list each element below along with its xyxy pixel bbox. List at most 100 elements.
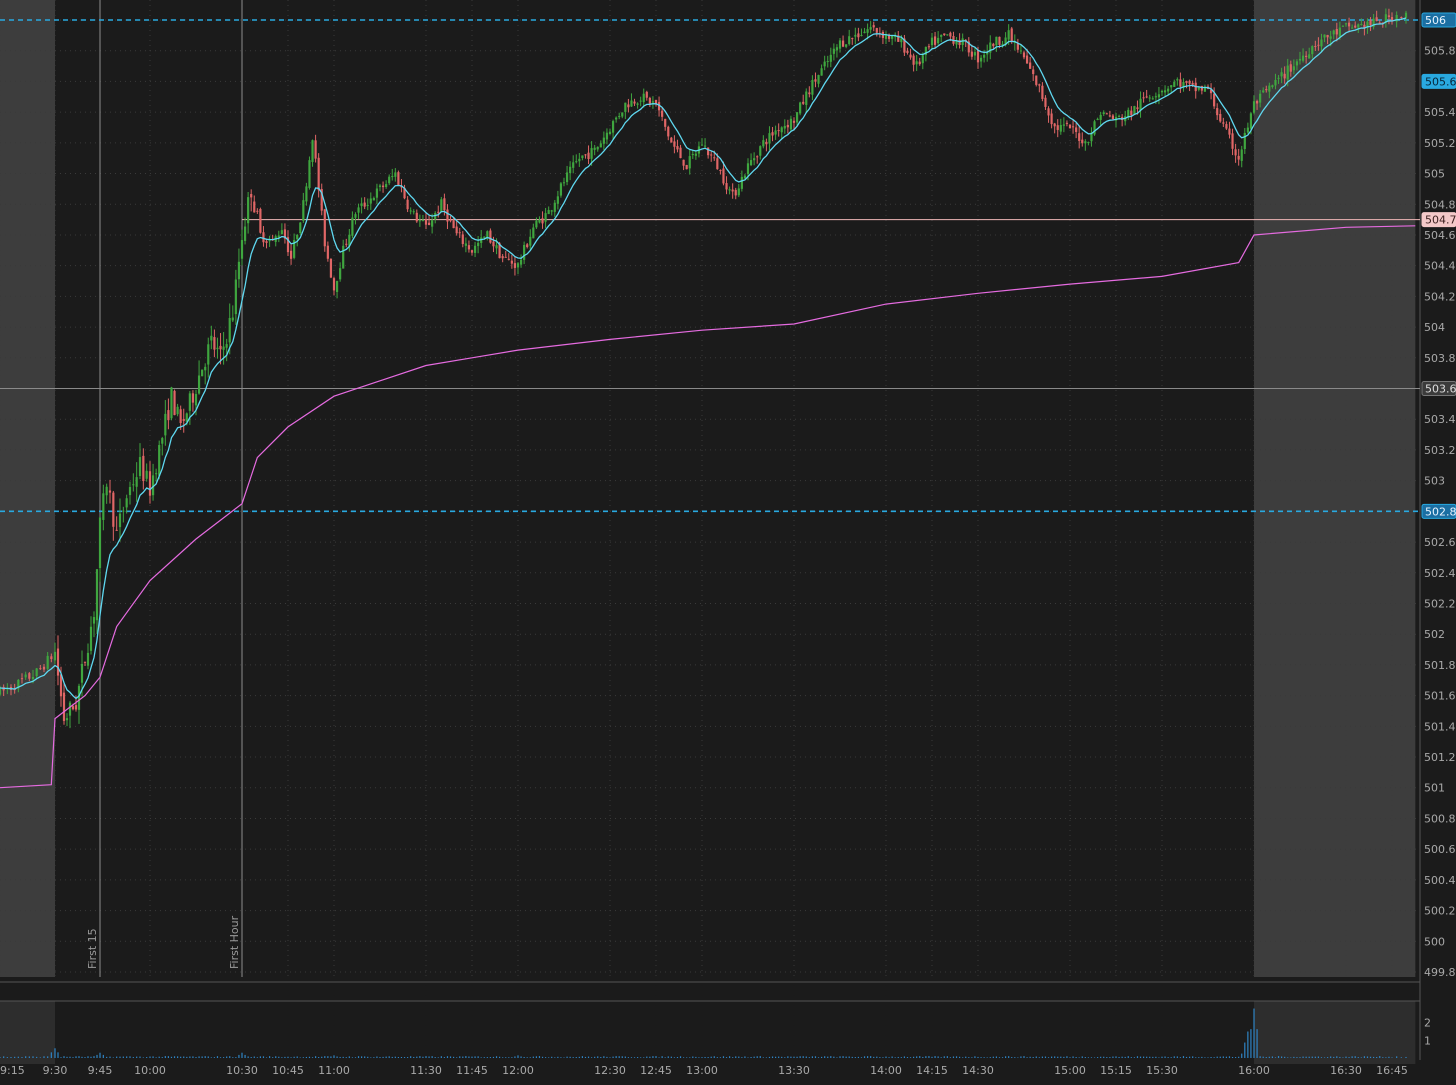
candle-body: [1044, 97, 1047, 107]
candle-body: [731, 189, 734, 192]
candle-body: [820, 68, 823, 76]
time-axis-tick: 10:30: [226, 1064, 258, 1077]
candle-body: [946, 34, 949, 36]
candle-body: [71, 706, 75, 710]
candle-body: [406, 199, 409, 210]
candle-body: [872, 25, 875, 28]
candle-body: [296, 234, 299, 240]
candle-body: [197, 375, 201, 394]
candle-body: [743, 175, 747, 179]
candle-body: [1277, 77, 1280, 79]
candle-body: [523, 244, 526, 260]
price-tag[interactable]: 504.7: [1421, 212, 1456, 228]
candle-body: [92, 617, 96, 624]
candle-body: [802, 101, 805, 104]
candle-body: [378, 185, 382, 188]
candle[interactable]: [489, 228, 492, 244]
candle-body: [756, 156, 759, 158]
time-axis-tick: 15:30: [1146, 1064, 1178, 1077]
candle[interactable]: [1093, 119, 1096, 136]
candle-body: [1237, 155, 1240, 160]
candle-body: [173, 390, 176, 416]
candle-body: [77, 685, 81, 710]
candle-body: [98, 517, 102, 569]
candle-body: [605, 132, 609, 140]
candle-body: [1246, 127, 1249, 133]
candle[interactable]: [170, 386, 173, 421]
price-tag[interactable]: 505.6: [1421, 73, 1456, 89]
candle-body: [915, 61, 918, 65]
price-tag[interactable]: 502.8: [1421, 503, 1456, 519]
candle-body: [1050, 113, 1053, 125]
candle-body: [1252, 101, 1256, 113]
candle-body: [1007, 30, 1010, 40]
candle[interactable]: [308, 156, 311, 190]
candle-body: [1047, 108, 1050, 116]
candle-body: [219, 345, 222, 350]
candle-body: [458, 232, 461, 234]
candle-body: [28, 673, 31, 679]
price-axis-tick: 503.8: [1424, 352, 1456, 365]
time-axis-tick: 15:15: [1100, 1064, 1132, 1077]
candle-body: [826, 61, 829, 63]
candle-body: [682, 159, 685, 166]
candle-body: [1314, 46, 1317, 48]
candle-body: [1041, 85, 1044, 99]
candle-body: [1219, 113, 1222, 122]
candle-body: [783, 125, 786, 129]
candle-body: [1228, 128, 1231, 135]
time-axis-tick: 13:00: [686, 1064, 718, 1077]
candle-body: [128, 487, 132, 496]
candle-body: [1357, 24, 1360, 28]
candle[interactable]: [1068, 124, 1072, 129]
candle-body: [544, 213, 547, 222]
candle-body: [176, 406, 179, 415]
price-tag-label: 502.8: [1425, 505, 1456, 518]
candle-body: [1344, 23, 1348, 25]
candle[interactable]: [259, 207, 262, 234]
candle-body: [556, 196, 559, 204]
price-chart[interactable]: First 15 First Hour 506 505.8 505.6 505.4 505.…: [0, 0, 1456, 1081]
candle-body: [1142, 97, 1145, 99]
price-tag[interactable]: 506: [1421, 12, 1456, 28]
candle[interactable]: [670, 136, 673, 143]
candle-body: [940, 34, 943, 37]
candle-body: [1347, 22, 1351, 27]
candle-body: [1292, 66, 1295, 71]
candle-body: [381, 185, 385, 188]
candle[interactable]: [799, 101, 802, 116]
chart-canvas[interactable]: First 15 First Hour 506 505.8 505.6 505.4 505.…: [0, 0, 1456, 1081]
candle-body: [848, 36, 851, 45]
candle[interactable]: [559, 181, 563, 198]
price-tag-label: 506: [1425, 14, 1446, 27]
candle-body: [627, 104, 630, 108]
candle[interactable]: [201, 369, 204, 377]
candle-body: [148, 471, 152, 496]
candle-body: [590, 148, 593, 159]
candle-body: [213, 337, 216, 350]
candle-body: [53, 651, 57, 661]
candle[interactable]: [173, 389, 176, 416]
price-tag[interactable]: 503.6: [1421, 381, 1456, 397]
candle-body: [1136, 107, 1139, 109]
candle-body: [388, 176, 391, 184]
candle-body: [1163, 90, 1167, 93]
candle-body: [1351, 27, 1354, 29]
price-axis-tick: 500.6: [1424, 843, 1456, 856]
candle-body: [345, 243, 348, 245]
candle-body: [541, 218, 544, 224]
candle[interactable]: [323, 208, 326, 252]
candle-body: [992, 43, 995, 47]
candle-body: [713, 157, 716, 159]
candle-body: [489, 230, 492, 243]
candle[interactable]: [1035, 75, 1038, 87]
candle-body: [661, 110, 664, 117]
candle[interactable]: [329, 258, 333, 279]
candle-body: [1148, 97, 1151, 99]
candle[interactable]: [397, 170, 400, 186]
candle-body: [326, 245, 329, 259]
candle-body: [578, 158, 581, 162]
candle[interactable]: [685, 164, 688, 170]
candle-body: [774, 130, 777, 135]
candle-body: [611, 121, 615, 133]
